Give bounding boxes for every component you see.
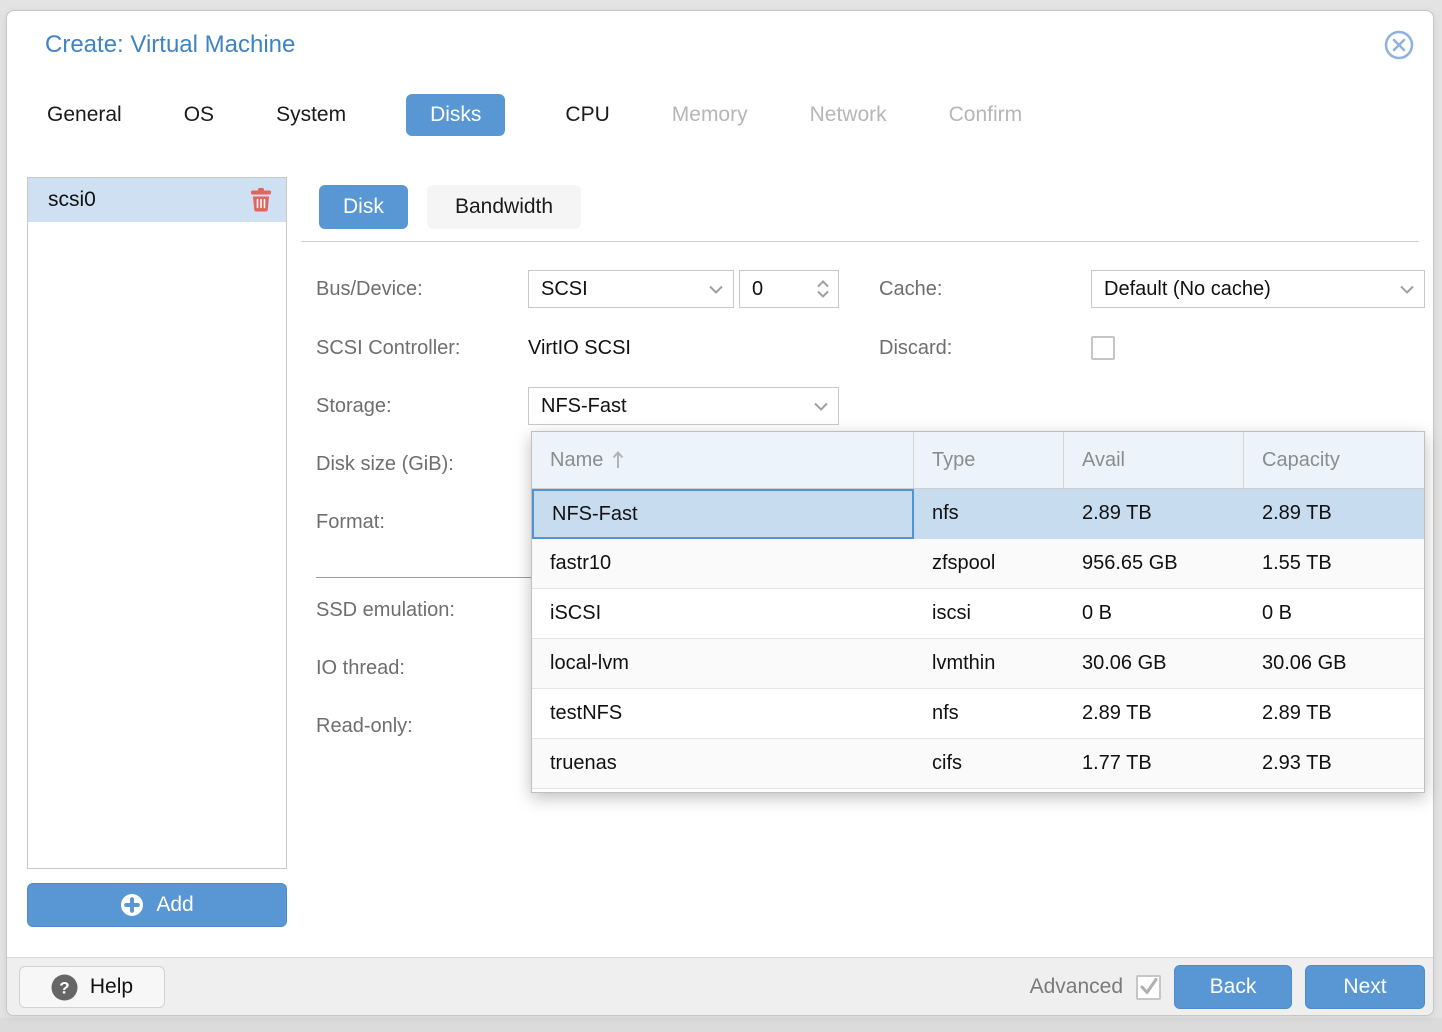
close-icon[interactable] [1383,29,1415,61]
bus-number-value: 0 [740,278,817,301]
create-vm-dialog: Create: Virtual Machine General OS Syste… [6,10,1434,1016]
tab-disks[interactable]: Disks [406,94,505,136]
tab-general[interactable]: General [45,94,124,136]
bus-number-stepper[interactable]: 0 [739,270,839,308]
back-button[interactable]: Back [1174,965,1292,1009]
storage-row-local-lvm[interactable]: local-lvm lvmthin 30.06 GB 30.06 GB [532,639,1424,689]
tab-memory: Memory [670,94,750,136]
subtab-bandwidth[interactable]: Bandwidth [427,185,581,229]
storage-row-truenas[interactable]: truenas cifs 1.77 TB 2.93 TB [532,739,1424,789]
check-icon [1139,978,1159,996]
ssd-emulation-label: SSD emulation: [316,591,455,629]
storage-select[interactable]: NFS-Fast [528,387,839,425]
column-header-capacity-label: Capacity [1262,449,1340,472]
column-header-type[interactable]: Type [914,432,1064,488]
delete-disk-icon[interactable] [250,188,272,212]
tab-os[interactable]: OS [182,94,216,136]
chevron-down-icon [709,285,733,294]
storage-row-iscsi[interactable]: iSCSI iscsi 0 B 0 B [532,589,1424,639]
svg-text:?: ? [59,978,69,997]
help-button[interactable]: ? Help [19,966,165,1008]
read-only-label: Read-only: [316,707,413,745]
tab-network: Network [808,94,889,136]
screen: Create: Virtual Machine General OS Syste… [0,0,1442,1032]
io-thread-label: IO thread: [316,649,405,687]
scsi-controller-value: VirtIO SCSI [528,329,631,367]
scsi-controller-label: SCSI Controller: [316,329,461,367]
storage-row-testnfs[interactable]: testNFS nfs 2.89 TB 2.89 TB [532,689,1424,739]
sort-ascending-icon [611,450,625,470]
add-button-label: Add [156,893,193,917]
chevron-down-icon [1400,285,1424,294]
cache-label: Cache: [879,270,942,308]
storage-dropdown-panel: Name Type Avail Capacity NFS-Fast nfs [531,431,1425,793]
chevron-down-icon [814,402,838,411]
advanced-checkbox[interactable] [1136,975,1161,1000]
column-header-capacity[interactable]: Capacity [1244,432,1424,488]
storage-dropdown-header: Name Type Avail Capacity [532,432,1424,489]
cache-value: Default (No cache) [1092,278,1400,301]
tab-confirm: Confirm [947,94,1025,136]
tab-system[interactable]: System [274,94,348,136]
column-header-type-label: Type [932,449,975,472]
wizard-tabs: General OS System Disks CPU Memory Netwo… [45,91,1024,139]
advanced-label: Advanced [1030,975,1123,999]
storage-row-fastr10[interactable]: fastr10 zfspool 956.65 GB 1.55 TB [532,539,1424,589]
disk-list-item-scsi0[interactable]: scsi0 [28,178,286,222]
subtab-disk[interactable]: Disk [319,185,408,229]
background-page-strip [0,1018,1442,1032]
discard-checkbox[interactable] [1091,336,1115,360]
bus-device-select[interactable]: SCSI [528,270,734,308]
stepper-arrows-icon[interactable] [817,280,838,298]
disk-size-label: Disk size (GiB): [316,445,454,483]
format-label: Format: [316,503,385,541]
storage-label: Storage: [316,387,392,425]
dialog-title: Create: Virtual Machine [45,31,295,59]
plus-circle-icon [120,893,144,917]
disk-list-panel: scsi0 [27,177,287,869]
content-divider [301,241,1419,242]
dialog-footer: ? Help Advanced Back Next [7,957,1433,1015]
form-separator [316,577,534,578]
disk-item-label: scsi0 [48,188,250,212]
column-header-name[interactable]: Name [532,432,914,488]
storage-value: NFS-Fast [529,395,814,418]
add-disk-button[interactable]: Add [27,883,287,927]
discard-label: Discard: [879,329,952,367]
column-header-avail[interactable]: Avail [1064,432,1244,488]
cache-select[interactable]: Default (No cache) [1091,270,1425,308]
help-button-label: Help [90,975,133,999]
storage-row-nfs-fast[interactable]: NFS-Fast nfs 2.89 TB 2.89 TB [532,489,1424,539]
next-button[interactable]: Next [1305,965,1425,1009]
bus-device-label: Bus/Device: [316,270,423,308]
bus-device-value: SCSI [529,278,709,301]
column-header-avail-label: Avail [1082,449,1125,472]
footer-actions: Advanced Back Next [1030,965,1425,1009]
tab-cpu[interactable]: CPU [563,94,611,136]
column-header-name-label: Name [550,449,603,472]
question-circle-icon: ? [51,974,78,1001]
